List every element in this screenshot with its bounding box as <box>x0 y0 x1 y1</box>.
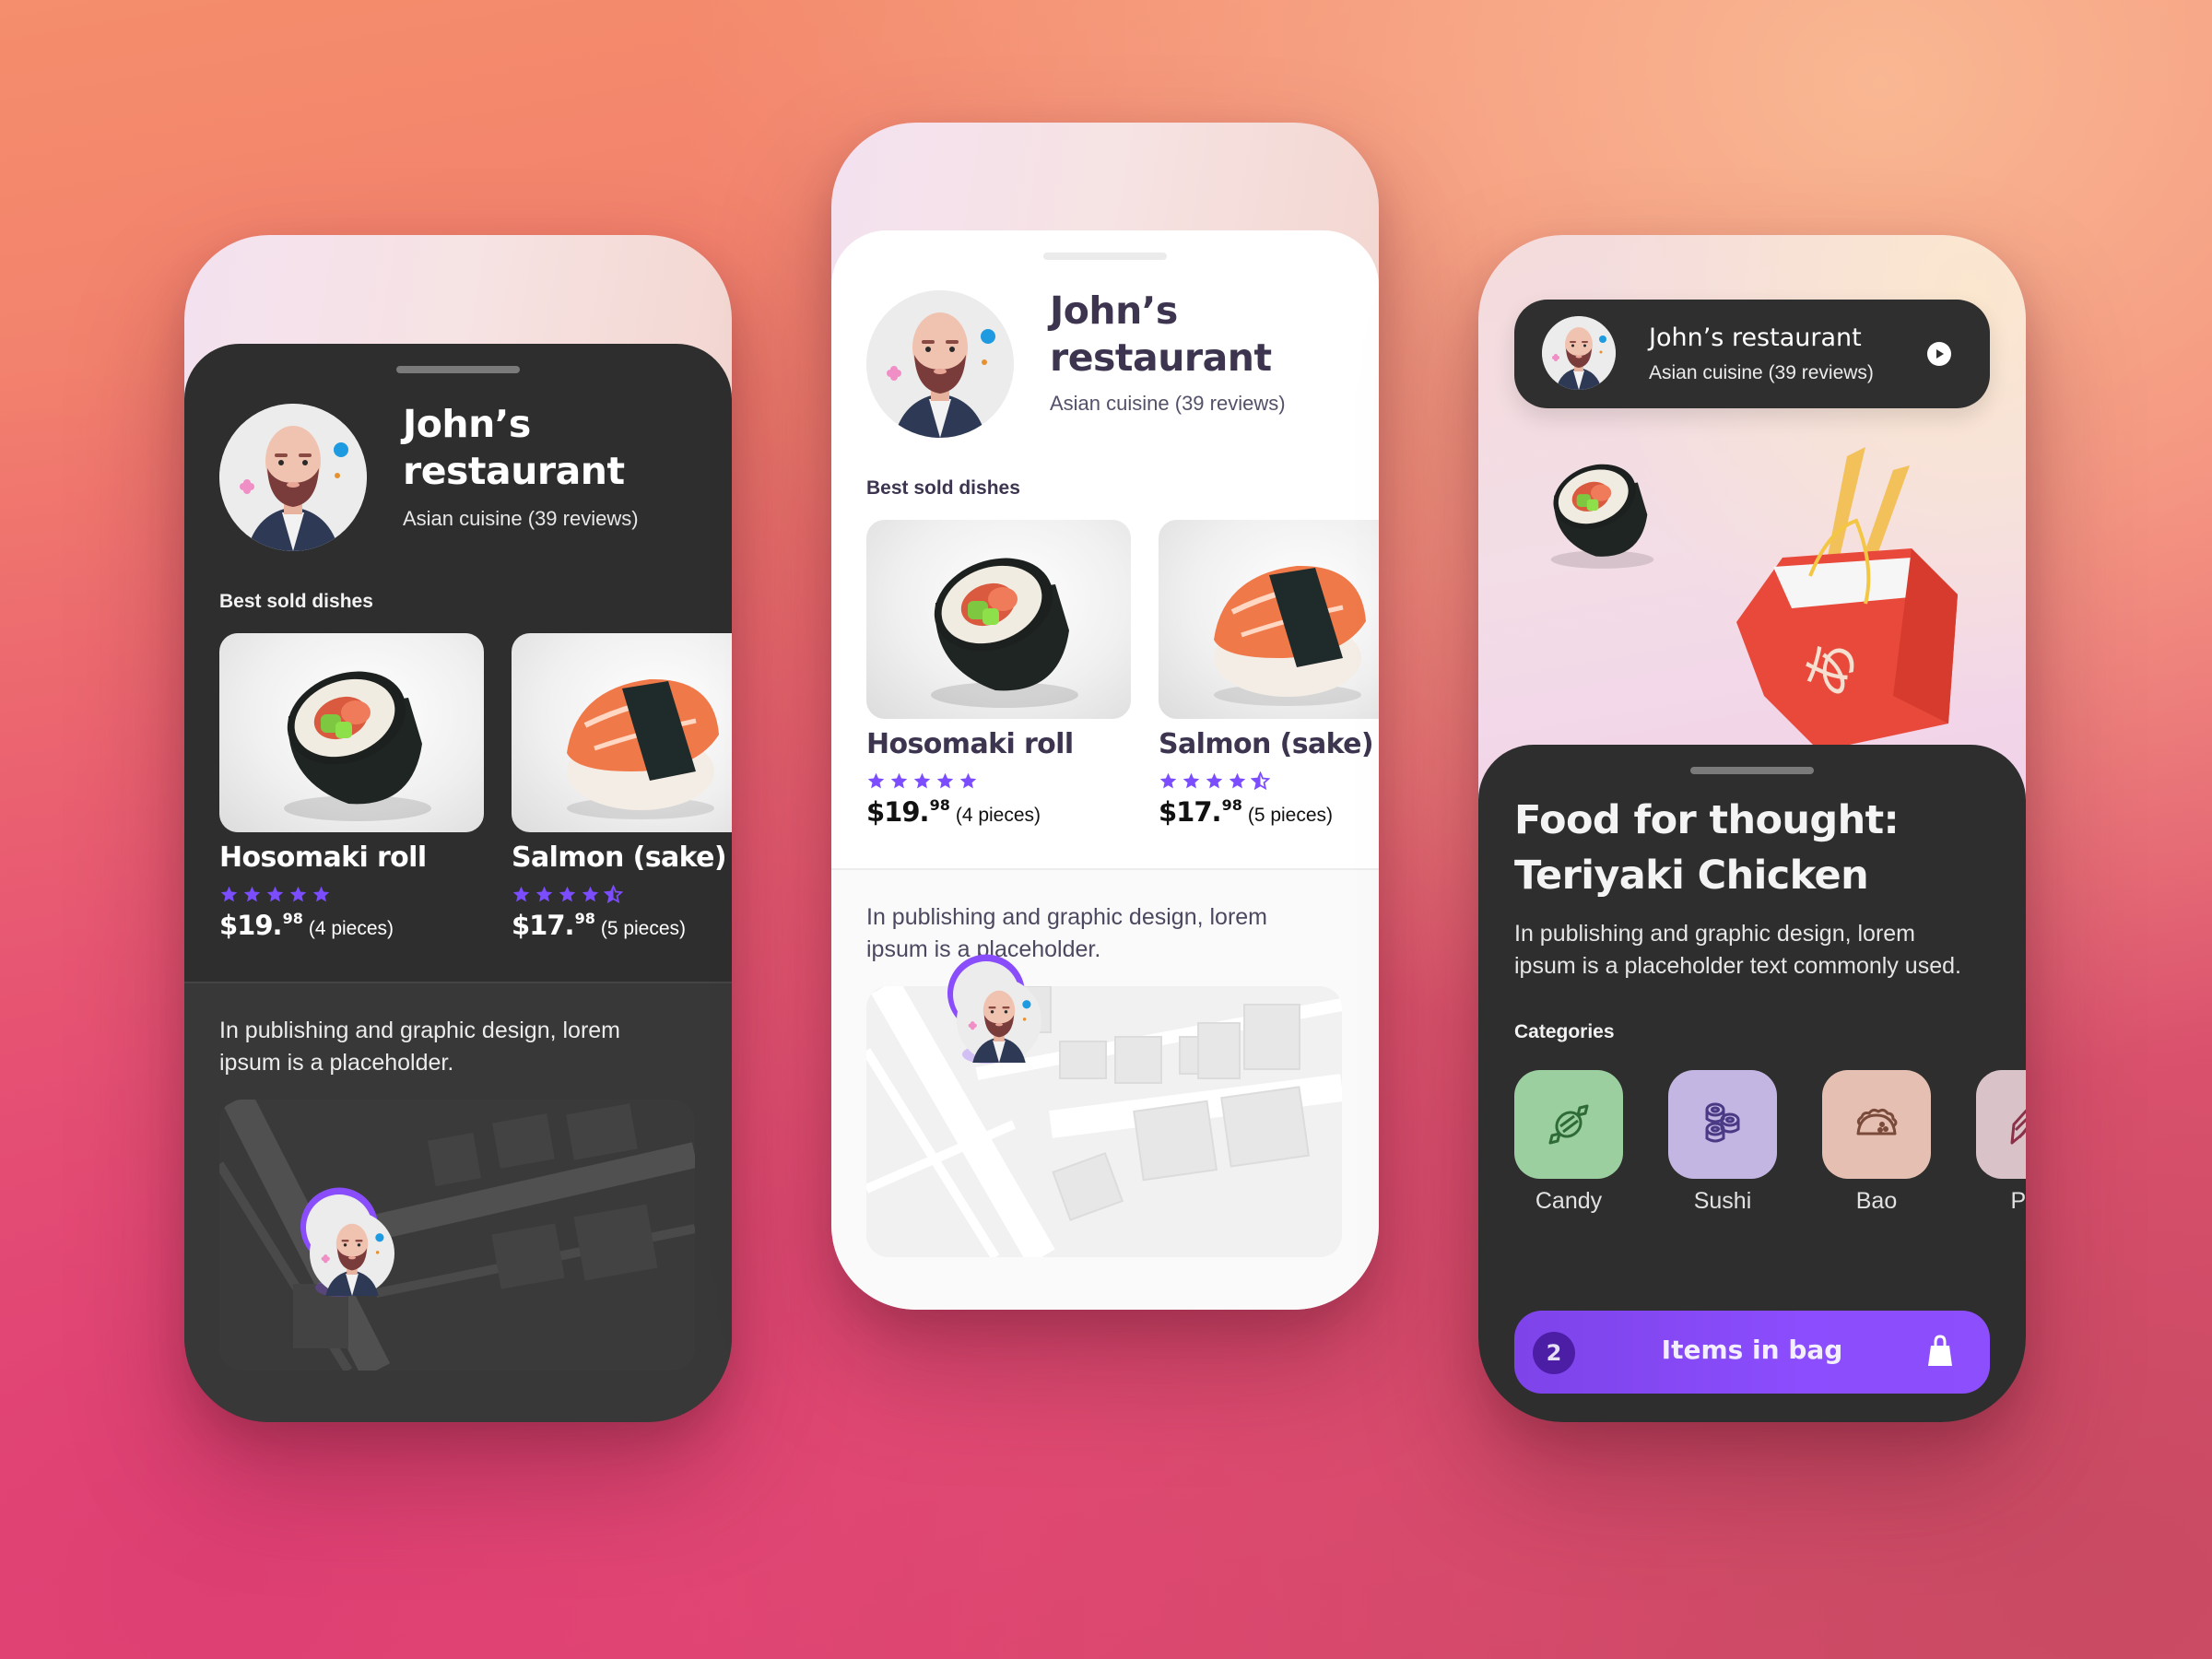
star-icon <box>935 771 955 791</box>
category-label: Candy <box>1535 1188 1603 1214</box>
best-sold-label: Best sold dishes <box>219 591 373 612</box>
restaurant-subtitle: Asian cuisine (39 reviews) <box>1649 362 1874 383</box>
sushi-roll-illustration <box>1506 415 1690 599</box>
star-icon <box>242 885 262 904</box>
hero-background: John’s restaurant Asian cuisine (39 revi… <box>1478 235 2026 825</box>
dish-name: Salmon (sake) <box>512 841 727 874</box>
location-map[interactable] <box>219 1100 695 1371</box>
category-sushi[interactable]: Sushi <box>1668 1070 1777 1214</box>
star-icon <box>288 885 308 904</box>
rating-stars <box>219 885 331 904</box>
restaurant-name: John’s restaurant <box>403 402 625 493</box>
dish-image-hosomaki[interactable] <box>866 520 1131 719</box>
star-icon <box>219 885 239 904</box>
rating-stars <box>512 885 623 904</box>
dish-price: $19.98 (4 pieces) <box>866 796 1041 828</box>
shopping-bag-icon <box>1928 1335 1952 1366</box>
phone-light-restaurant: John’s restaurant Asian cuisine (39 revie… <box>831 123 1379 1310</box>
star-icon <box>265 885 285 904</box>
best-sold-label: Best sold dishes <box>866 477 1020 499</box>
restaurant-subtitle: Asian cuisine (39 reviews) <box>1050 392 1286 415</box>
taco-icon <box>1856 1108 1898 1135</box>
dish-price: $17.98 (5 pieces) <box>1159 796 1334 828</box>
star-icon <box>1205 771 1224 791</box>
article-body: In publishing and graphic design, lorem i… <box>1514 921 1961 979</box>
star-icon <box>912 771 932 791</box>
dish-image-salmon[interactable] <box>512 633 732 832</box>
dish-price: $19.98 (4 pieces) <box>219 910 394 941</box>
restaurant-avatar[interactable] <box>219 404 367 551</box>
article-title: Food for thought: Teriyaki Chicken <box>1514 797 1900 899</box>
category-label: Sushi <box>1693 1188 1752 1214</box>
play-icon[interactable] <box>1927 342 1951 366</box>
dish-name: Hosomaki roll <box>219 841 427 874</box>
star-icon <box>1251 771 1270 791</box>
restaurant-name: John’s restaurant <box>1050 288 1272 380</box>
candy-icon <box>1548 1104 1589 1145</box>
category-label: Pas <box>2010 1188 2026 1214</box>
restaurant-avatar <box>1542 316 1616 390</box>
sushi-icon <box>1705 1102 1740 1143</box>
location-pin[interactable] <box>297 1186 382 1297</box>
star-icon <box>558 885 577 904</box>
dish-image-hosomaki[interactable] <box>219 633 484 832</box>
categories-label: Categories <box>1514 1021 1615 1042</box>
location-pin[interactable] <box>944 953 1029 1064</box>
star-icon <box>535 885 554 904</box>
star-icon <box>512 885 531 904</box>
rating-stars <box>1159 771 1270 791</box>
category-pastry[interactable]: Pas <box>1976 1070 2026 1214</box>
dish-name: Hosomaki roll <box>866 728 1074 760</box>
restaurant-name: John’s restaurant <box>1649 324 1862 352</box>
items-in-bag-button[interactable]: 2 Items in bag <box>1514 1311 1990 1394</box>
restaurant-description: In publishing and graphic design, lorem i… <box>219 1018 620 1076</box>
category-bao[interactable]: Bao <box>1822 1070 1931 1214</box>
star-icon <box>581 885 600 904</box>
star-icon <box>1182 771 1201 791</box>
dish-price: $17.98 (5 pieces) <box>512 910 687 941</box>
rating-stars <box>866 771 978 791</box>
restaurant-description: In publishing and graphic design, lorem i… <box>866 904 1267 962</box>
restaurant-subtitle: Asian cuisine (39 reviews) <box>403 507 639 530</box>
phone-dark-restaurant: John’s restaurant Asian cuisine (39 revie… <box>184 235 732 1422</box>
drag-handle[interactable] <box>396 366 520 373</box>
star-icon <box>604 885 623 904</box>
restaurant-avatar[interactable] <box>866 290 1014 438</box>
category-label: Bao <box>1855 1188 1898 1214</box>
star-icon <box>959 771 978 791</box>
restaurant-sheet: John’s restaurant Asian cuisine (39 revie… <box>831 230 1379 1310</box>
star-icon <box>866 771 886 791</box>
star-icon <box>1159 771 1178 791</box>
article-sheet: Food for thought: Teriyaki Chicken In pub… <box>1478 745 2026 1422</box>
info-section: In publishing and graphic design, lorem i… <box>184 982 732 1422</box>
drag-handle[interactable] <box>1043 253 1167 260</box>
dish-name: Salmon (sake) <box>1159 728 1374 760</box>
dish-image-salmon[interactable] <box>1159 520 1379 719</box>
info-section: In publishing and graphic design, lorem i… <box>831 868 1379 1310</box>
noodle-box-illustration: あ <box>1736 447 1958 751</box>
star-icon <box>1228 771 1247 791</box>
restaurant-card[interactable]: John’s restaurant Asian cuisine (39 revi… <box>1514 300 1990 408</box>
category-candy[interactable]: Candy <box>1514 1070 1623 1214</box>
croissant-icon <box>2010 1109 2026 1145</box>
phone-dark-article: John’s restaurant Asian cuisine (39 revi… <box>1478 235 2026 1422</box>
location-map[interactable] <box>866 986 1342 1257</box>
star-icon <box>889 771 909 791</box>
drag-handle[interactable] <box>1690 767 1814 774</box>
star-icon <box>312 885 331 904</box>
restaurant-sheet: John’s restaurant Asian cuisine (39 revie… <box>184 344 732 1422</box>
bag-button-label: Items in bag <box>1661 1335 1843 1365</box>
